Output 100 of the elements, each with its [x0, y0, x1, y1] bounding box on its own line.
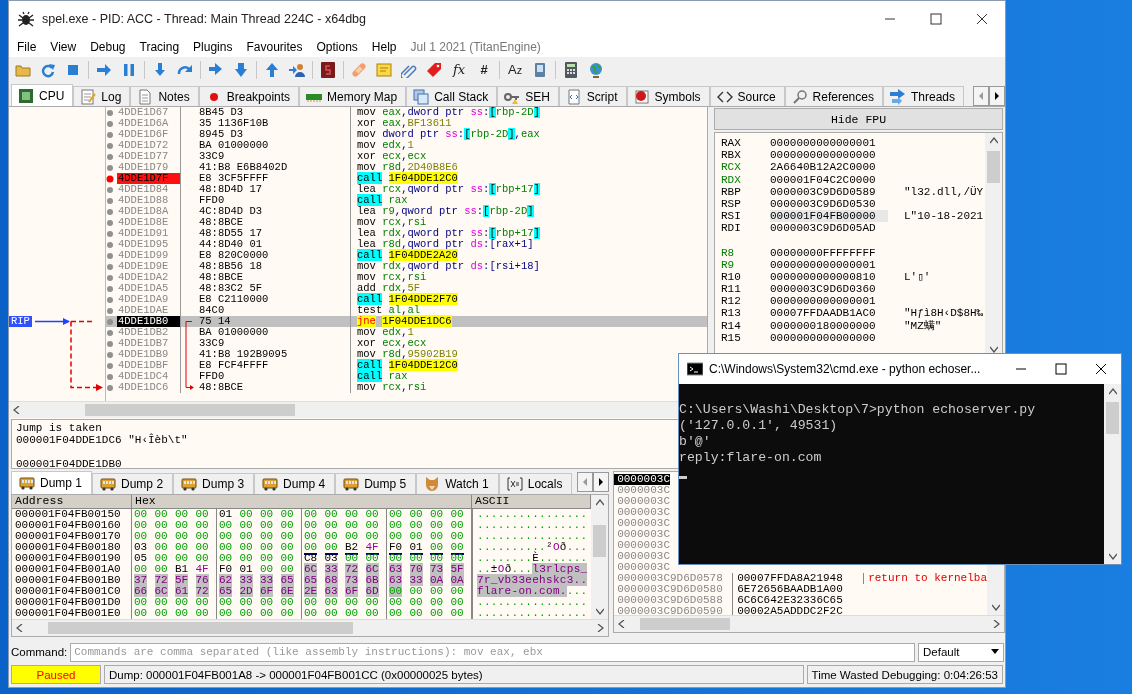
bytes-cell: 44:8D40 01 [181, 239, 351, 250]
console-line: b'@' [679, 434, 712, 450]
instruction-text: jne 1F04DDE1DC6 [356, 316, 452, 327]
address-cell: 000001F04FB001D0 [12, 597, 132, 608]
stack-value: 6C6C642E32336C65 [732, 595, 864, 606]
bytes-cell: 48:8D4D 17 [181, 184, 351, 195]
status-message: Dump: 000001F04FB001A8 -> 000001F04FB001CC (0x00000025 bytes) [104, 665, 804, 684]
ascii-text: ........È....... [476, 553, 588, 564]
bytes-cell: 41:B8 192B9095 [181, 349, 351, 360]
address-cell: 000001F04FB00180 [12, 542, 132, 553]
instruction-text: mov r8d,2D40B8E6 [356, 162, 458, 173]
ascii-text: 7r_vb33eehskc3.. [476, 575, 588, 586]
register-comment: "MZ螨" [903, 319, 942, 332]
bytes-cell: E8 3CF5FFFF [181, 173, 351, 184]
stack-value: 6E72656BAADB1A00 [732, 584, 864, 595]
register-comment: "Hƒì8H‹D$8H‰ [903, 307, 984, 320]
instruction-text: lea r8d,qword ptr ds:[rax+1] [356, 239, 534, 250]
address-cell: 000001F04FB001B0 [12, 575, 132, 586]
register-name: R11 [721, 283, 742, 296]
register-name: R14 [721, 319, 742, 332]
bytes-cell: 48:8B56 18 [181, 261, 351, 272]
instruction-text: call 1F04DDE12C0 [356, 173, 458, 184]
register-name: RBX [721, 149, 742, 162]
bytes-cell: 48:8D55 17 [181, 228, 351, 239]
bytes-cell: 48:83C2 5F [181, 283, 351, 294]
info-line: Jump is taken [16, 422, 102, 434]
instruction-text: xor ecx,ecx [356, 338, 427, 349]
address-cell: 000001F04FB001C0 [12, 586, 132, 597]
console-line: reply:flare-on.com [679, 450, 823, 466]
register-name: RCX [721, 161, 742, 174]
instruction-text: call rax [356, 195, 408, 206]
bytes-cell: 75 14 [181, 316, 351, 327]
instruction-text: lea rdx,qword ptr ss:[rbp+17] [356, 228, 540, 239]
instruction-text: mov rcx,rsi [356, 382, 427, 393]
info-line: 000001F04DDE1DB0 [16, 458, 122, 470]
console-line: ('127.0.0.1', 49531) [679, 418, 839, 434]
ascii-text: ................ [476, 608, 588, 619]
register-comment: "l32.dll,/ÜY [903, 185, 984, 198]
bytes-cell: 33C9 [181, 338, 351, 349]
hex-bytes: 03 00 00 00 00 00 00 00 00 00 B2 4F F0 01 00 00 [132, 542, 473, 553]
bytes-cell: E8 820C0000 [181, 250, 351, 261]
hex-bytes: 00 00 00 00 00 00 00 00 00 00 00 00 00 00 00 00 [132, 597, 473, 608]
instruction-text: mov rcx,rsi [356, 272, 427, 283]
hex-bytes: 00 00 00 00 00 00 00 00 00 00 00 00 00 00 00 00 [132, 520, 473, 531]
window-title: spel.exe - PID: ACC - Thread: Main Thread 224C - x64dbg [42, 11, 367, 26]
instruction-text: mov dword ptr ss:[rbp-2D],eax [356, 129, 540, 140]
bytes-cell: 48:8BCE [181, 272, 351, 283]
instruction-text: mov rcx,rsi [356, 217, 427, 228]
window-title: C:\Windows\System32\cmd.exe - python echoser... [709, 362, 982, 376]
ascii-text: flare-on.com.... [476, 586, 588, 597]
register-name: RSP [721, 197, 742, 211]
register-name: RSI [721, 210, 742, 223]
bytes-cell: 4C:8D4D D3 [181, 206, 351, 217]
bytes-cell: E8 C2110000 [181, 294, 351, 305]
instruction-text: mov edx,1 [356, 327, 414, 338]
register-name: RBP [721, 185, 742, 198]
address-cell: 000001F04FB00150 [12, 509, 132, 520]
ascii-text: ..........²Oð... [476, 542, 588, 553]
register-name: R9 [721, 258, 736, 271]
register-name: R12 [721, 295, 742, 308]
bytes-cell: FFD0 [181, 195, 351, 206]
register-comment: L'▯' [903, 270, 931, 284]
address-cell: 000001F04FB00190 [12, 553, 132, 564]
ascii-text: ................ [476, 531, 588, 542]
debug-timer: Time Wasted Debugging: 0:04:26:53 [806, 665, 1003, 684]
instruction-text: test al,al [356, 305, 421, 316]
register-name: R15 [721, 331, 742, 344]
bytes-cell: 48:8BCE [181, 217, 351, 228]
address-cell: 000001F04FB001A0 [12, 564, 132, 575]
instruction-text: mov eax,dword ptr ss:[rbp-2D] [356, 107, 540, 118]
register-name: R13 [721, 307, 742, 320]
instruction-text: call 1F04DDE2A20 [356, 250, 458, 261]
instruction-text: xor ecx,ecx [356, 151, 427, 162]
instruction-text: mov r8d,95902B19 [356, 349, 458, 360]
register-name: RDI [721, 222, 742, 235]
console-line: C:\Users\Washi\Desktop\7>python echoserver.py [679, 402, 1037, 418]
bytes-cell: 35 1136F10B [181, 118, 351, 129]
ascii-text: ................ [476, 520, 588, 531]
instruction-text: mov edx,1 [356, 140, 414, 151]
register-name: RDX [721, 173, 742, 186]
instruction-text: mov rdx,qword ptr ds:[rsi+18] [356, 261, 540, 272]
info-line: 000001F04DDE1DC6 "H‹Îèb\t" [16, 434, 188, 446]
instruction-text: call 1F04DDE12C0 [356, 360, 458, 371]
build-info: Jul 1 2021 (TitanEngine) [409, 39, 541, 54]
ascii-text: ................ [476, 509, 588, 520]
bytes-cell: BA 01000000 [181, 140, 351, 151]
instruction-text: add rdx,5F [356, 283, 421, 294]
state-badge: Paused [11, 665, 101, 684]
register-name: RAX [721, 137, 742, 150]
address-cell: 000001F04FB00160 [12, 520, 132, 531]
ascii-text: ................ [476, 597, 588, 608]
stack-value: 00007FFDA8A21948 [732, 573, 864, 584]
bytes-cell: BA 01000000 [181, 327, 351, 338]
instruction-text: xor eax,BF13611 [356, 118, 452, 129]
bytes-cell: 41:B8 E6B8402D [181, 162, 351, 173]
command-label: Command: [11, 646, 68, 658]
register-comment: L"10-18-2021 [903, 210, 984, 223]
hex-bytes: 00 00 00 00 00 00 00 00 00 00 00 00 00 00 00 00 [132, 531, 473, 542]
bytes-cell: 33C9 [181, 151, 351, 162]
instruction-text: lea r9,qword ptr ss:[rbp-2D] [356, 206, 534, 217]
